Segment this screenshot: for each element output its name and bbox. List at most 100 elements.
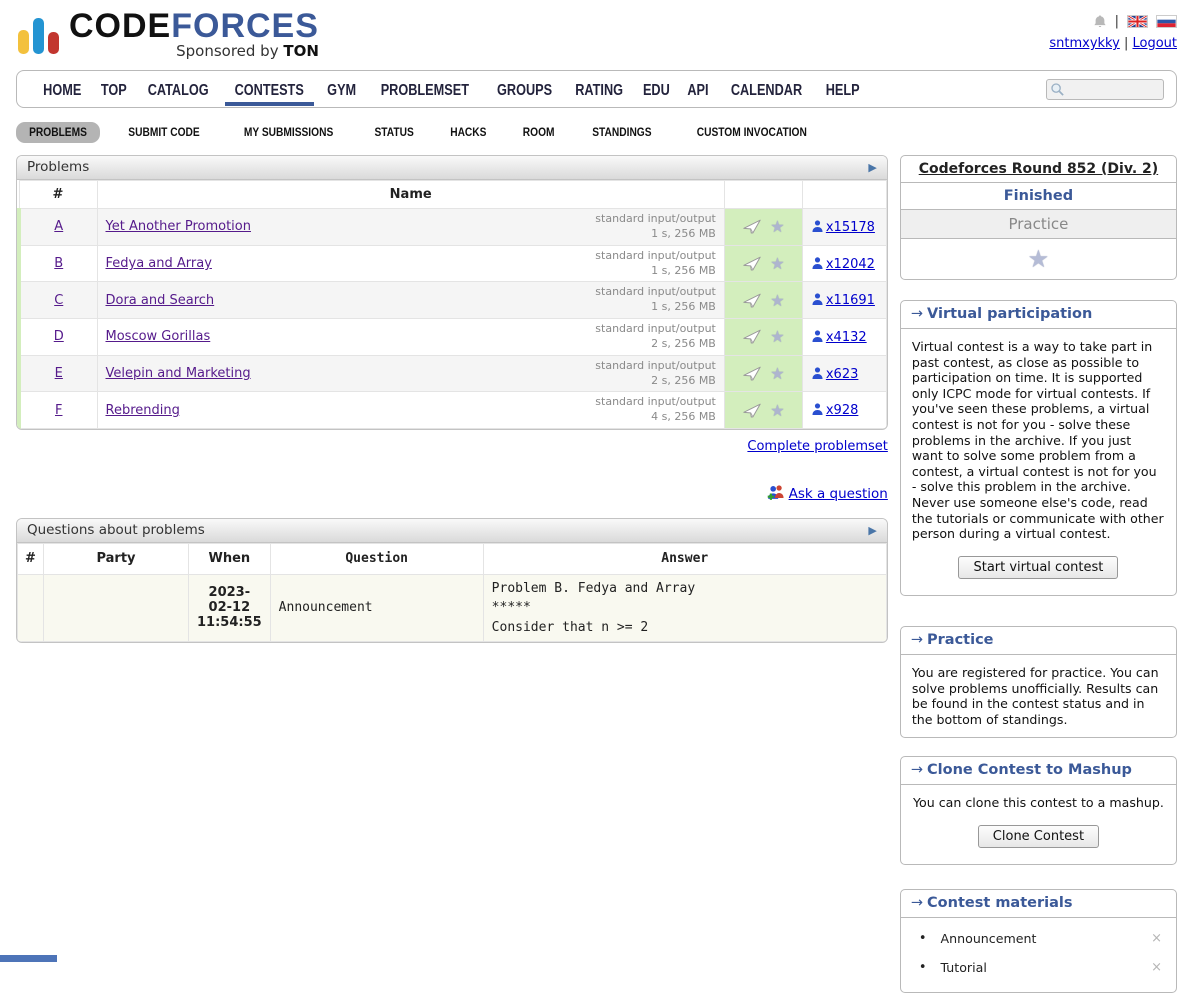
subnav-item-status[interactable]: STATUS [363,122,425,143]
problem-name-link[interactable]: Dora and Search [106,293,215,308]
nav-item-top[interactable]: TOP [96,73,132,106]
problem-name-link[interactable]: Rebrending [106,403,180,418]
contest-subnav: PROBLEMS SUBMIT CODE MY SUBMISSIONS STATUS H… [16,122,1177,143]
solved-count-link[interactable]: x623 [826,367,859,382]
question-when: 2023-02-12 11:54:55 [189,574,271,642]
q-col-question: Question [270,544,483,575]
subnav-item-custom-invocation[interactable]: CUSTOM INVOCATION [679,122,825,143]
problem-name-link[interactable]: Moscow Gorillas [106,329,211,344]
nav-item-groups[interactable]: GROUPS [489,73,560,106]
problem-row-C: CDora and Searchstandard input/output1 s… [19,282,886,319]
nav-item-help[interactable]: HELP [820,73,865,106]
favorite-star-icon[interactable]: ★ [770,401,784,420]
problem-name-link[interactable]: Velepin and Marketing [106,366,251,381]
paper-plane-icon[interactable] [742,293,762,308]
nav-item-rating[interactable]: RATING [568,73,630,106]
nav-item-gym[interactable]: GYM [322,73,361,106]
complete-problemset-link[interactable]: Complete problemset [747,439,887,454]
username-link[interactable]: sntmxykky [1049,36,1119,51]
problem-io-limits: standard input/output4 s, 256 MB [595,395,716,425]
notification-bell-icon[interactable] [1093,14,1107,29]
favorite-star-icon[interactable]: ★ [770,327,784,346]
flag-ru-icon[interactable] [1156,15,1177,28]
material-link[interactable]: Tutorial [941,960,1148,975]
subnav-item-room[interactable]: ROOM [512,122,565,143]
subnav-item-problems[interactable]: PROBLEMS [16,122,100,143]
questions-box: Questions about problems ▶ # Party When … [16,518,888,643]
nav-item-catalog[interactable]: CATALOG [139,73,217,106]
problems-table: # Name AYet Another Promotionstandard in… [17,180,887,429]
problem-row-D: D Moscow Gorillas standard input/output2 s… [19,319,886,356]
subnav-item-my-submissions[interactable]: MY SUBMISSIONS [228,122,349,143]
clone-title: Clone Contest to Mashup [927,762,1132,778]
ask-question-icon [765,484,785,501]
problem-index-link[interactable]: C [54,293,63,308]
problem-name-link[interactable]: Fedya and Array [106,256,212,271]
virtual-body-text: Virtual contest is a way to take part in… [912,339,1165,542]
favorite-star-icon[interactable]: ★ [1028,245,1050,273]
subnav-item-submit-code[interactable]: SUBMIT CODE [114,122,214,143]
codeforces-logo[interactable]: CODEFORCES Sponsored by TON [16,8,319,60]
subnav-item-hacks[interactable]: HACKS [439,122,498,143]
contest-title-link[interactable]: Codeforces Round 852 (Div. 2) [919,161,1158,177]
problem-index-link[interactable]: B [54,256,63,271]
paper-plane-icon[interactable] [742,366,762,381]
solved-count-link[interactable]: x12042 [826,257,875,272]
solved-count-link[interactable]: x4132 [826,330,867,345]
q-col-party: Party [44,544,189,575]
problem-io-limits: standard input/output2 s, 256 MB [595,322,716,352]
q-col-num: # [18,544,44,575]
clone-contest-button[interactable]: Clone Contest [978,825,1099,848]
material-link[interactable]: Announcement [941,931,1148,946]
problem-name-link[interactable]: Yet Another Promotion [106,219,251,234]
favorite-star-icon[interactable]: ★ [770,364,784,383]
solved-count-link[interactable]: x11691 [826,293,875,308]
paper-plane-icon[interactable] [742,256,762,271]
favorite-star-icon[interactable]: ★ [770,217,784,236]
practice-body-text: You are registered for practice. You can… [912,665,1165,727]
nav-item-home[interactable]: HOME [37,73,88,106]
nav-item-problemset[interactable]: PROBLEMSET [369,73,481,106]
problem-row-B: BFedya and Arraystandard input/output1 s… [19,245,886,282]
paper-plane-icon[interactable] [742,403,762,418]
solver-person-icon [811,293,826,308]
flag-en-icon[interactable] [1127,15,1148,28]
ask-question-link[interactable]: Ask a question [789,486,888,502]
logout-link[interactable]: Logout [1132,36,1177,51]
page-header: CODEFORCES Sponsored by TON | [16,8,1177,60]
close-icon[interactable]: × [1147,931,1166,946]
solved-count-link[interactable]: x928 [826,403,859,418]
close-icon[interactable]: × [1147,960,1166,975]
paper-plane-icon[interactable] [742,329,762,344]
paper-plane-icon[interactable] [742,219,762,234]
problem-index-link[interactable]: D [54,329,64,344]
nav-item-api[interactable]: API [683,73,713,106]
solved-count-link[interactable]: x15178 [826,220,875,235]
solver-person-icon [811,330,826,345]
favorite-star-icon[interactable]: ★ [770,291,784,310]
solver-person-icon [811,403,826,418]
problems-box: Problems ▶ # Name AYet Another Promotion… [16,155,888,430]
materials-title: Contest materials [927,895,1072,911]
arrow-icon: → [911,632,923,648]
main-navigation: HOMETOPCATALOGCONTESTS GYMPROBLEMSETGROUP… [16,70,1177,108]
problem-index-link[interactable]: A [54,219,63,234]
practice-box: →Practice You are registered for practic… [900,626,1177,738]
col-header-index: # [19,181,97,209]
collapse-arrow-icon[interactable]: ▶ [868,524,876,537]
question-party [44,574,189,642]
nav-item-contests[interactable]: CONTESTS [225,73,313,106]
subnav-item-standings[interactable]: STANDINGS [579,122,665,143]
logo-bars-icon [18,8,59,60]
problem-index-link[interactable]: F [55,403,62,418]
clone-body-text: You can clone this contest to a mashup. [912,795,1165,811]
arrow-icon: → [911,762,923,778]
nav-item-calendar[interactable]: CALENDAR [721,73,812,106]
collapse-arrow-icon[interactable]: ▶ [868,161,876,174]
start-virtual-contest-button[interactable]: Start virtual contest [958,556,1118,579]
footer-strip [0,955,57,962]
nav-item-edu[interactable]: EDU [638,73,675,106]
col-header-solved [802,181,886,209]
problem-index-link[interactable]: E [55,366,63,381]
favorite-star-icon[interactable]: ★ [770,254,784,273]
